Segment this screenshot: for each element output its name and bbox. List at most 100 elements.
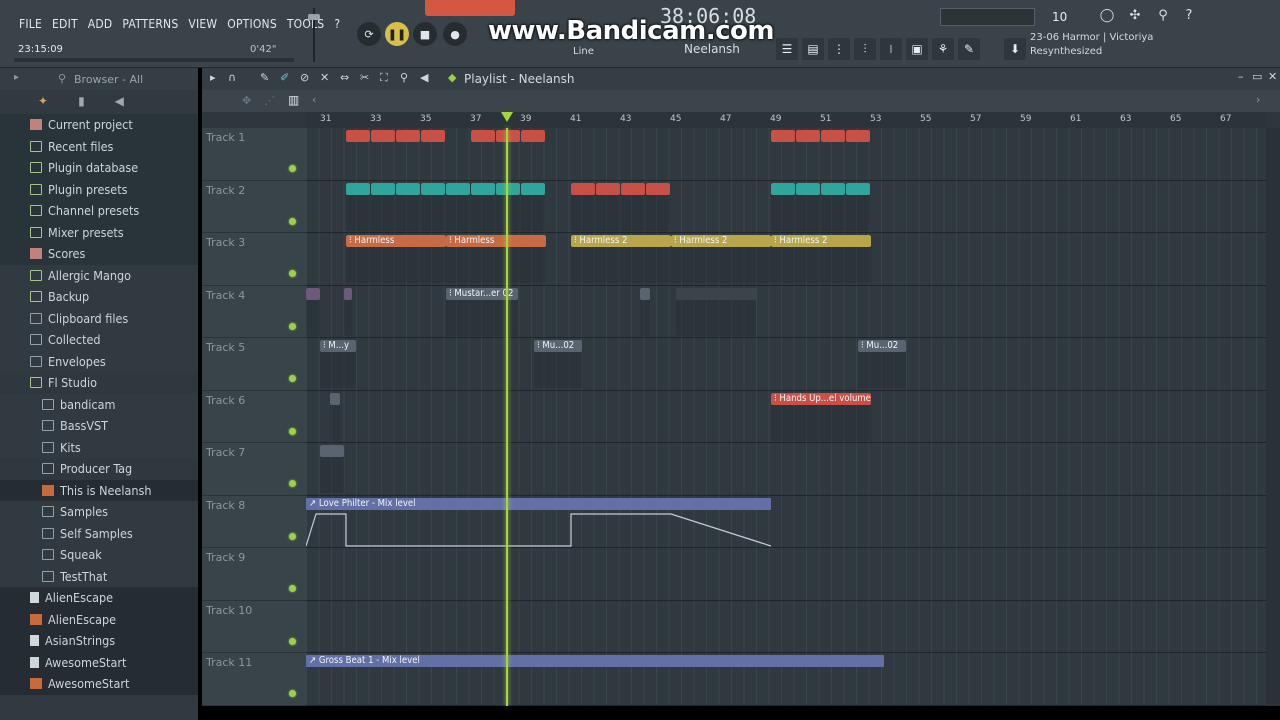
audio-clip[interactable] — [330, 392, 340, 441]
playback-tool-icon[interactable]: ◀ — [420, 71, 428, 84]
playlist-grid[interactable]: ⁝ Harmless ⁝ Harmless ⁝ Harmless 2 ⁝ Harmle… — [306, 128, 1266, 706]
pattern-clip-harmless-2[interactable]: ⁝ Harmless 2 — [571, 235, 671, 283]
pattern-clip-harmless-2[interactable]: ⁝ Harmless 2 — [771, 235, 871, 283]
browser-item[interactable]: Envelopes — [0, 351, 198, 373]
browser-item[interactable]: AsianStrings — [0, 630, 198, 652]
move-icon[interactable]: ✥ — [242, 94, 251, 107]
browser-item[interactable]: Backup — [0, 286, 198, 308]
delete-tool-icon[interactable]: ⊘ — [300, 71, 309, 84]
midi-icon[interactable]: ✣ — [1124, 6, 1146, 24]
pattern-clip-teal[interactable] — [346, 182, 370, 231]
pattern-clip-red[interactable] — [846, 130, 870, 143]
speaker-icon[interactable]: ◀ — [115, 94, 124, 108]
scroll-left-icon[interactable]: ‹ — [312, 93, 316, 106]
slip-tool-icon[interactable]: ⇔ — [340, 71, 349, 84]
audio-clip-my[interactable]: ⁝ M...y — [320, 340, 356, 388]
download-icon[interactable]: ⬇ — [1004, 38, 1026, 60]
browser-item[interactable]: Collected — [0, 329, 198, 351]
menu-view[interactable]: VIEW — [183, 14, 222, 36]
pattern-clip-teal[interactable] — [421, 182, 445, 231]
pattern-clip-red[interactable] — [496, 130, 520, 143]
close-icon[interactable]: ✕ — [1268, 70, 1277, 83]
draw-tool-icon[interactable]: ✎ — [260, 71, 269, 84]
pattern-clip-teal[interactable] — [371, 182, 395, 231]
pattern-clip-harmless[interactable]: ⁝ Harmless — [346, 235, 446, 283]
browser-item[interactable]: bandicam — [0, 394, 198, 416]
track-mute-led[interactable] — [289, 480, 296, 487]
menu-options[interactable]: OPTIONS — [222, 14, 282, 36]
scroll-right-icon[interactable]: › — [1256, 93, 1260, 106]
piano-roll-icon[interactable]: ▤ — [802, 38, 824, 60]
track-header[interactable]: Track 6 — [202, 391, 306, 443]
track-header[interactable]: Track 9 — [202, 548, 306, 601]
browser-item[interactable]: Self Samples — [0, 523, 198, 545]
browser-item[interactable]: Plugin presets — [0, 178, 198, 200]
browser-item[interactable]: Squeak — [0, 544, 198, 566]
track-mute-led[interactable] — [289, 690, 296, 697]
track-mute-led[interactable] — [289, 165, 296, 172]
stop-button[interactable]: ■ — [413, 22, 437, 46]
pattern-clip-teal[interactable] — [396, 182, 420, 231]
menu-edit[interactable]: EDIT — [47, 14, 83, 36]
pattern-clip-red[interactable] — [646, 182, 670, 231]
browser-item[interactable]: Kits — [0, 437, 198, 459]
plugin-icon[interactable]: ⚘ — [932, 38, 954, 60]
menu-patterns[interactable]: PATTERNS — [117, 14, 183, 36]
browser-item[interactable]: AlienEscape — [0, 587, 198, 609]
menu-help[interactable]: ? — [329, 14, 345, 36]
browser-item[interactable]: Channel presets — [0, 200, 198, 222]
pattern-clip-red[interactable] — [621, 182, 645, 231]
pattern-clip-red[interactable] — [371, 130, 395, 143]
pattern-clip-red[interactable] — [821, 130, 845, 143]
channel-rack-icon[interactable]: ⋮ — [828, 38, 850, 60]
track-header[interactable]: Track 3 — [202, 233, 306, 286]
minimize-icon[interactable]: – — [1238, 70, 1244, 83]
pattern-clip-red[interactable] — [521, 130, 545, 143]
track-mute-led[interactable] — [289, 322, 296, 330]
automation-clip-gross-beat[interactable]: ↗ Gross Beat 1 - Mix level — [306, 655, 884, 667]
playlist-icon[interactable]: ☰ — [776, 38, 798, 60]
track-mute-led[interactable] — [289, 532, 296, 540]
select-tool-icon[interactable]: ⛶ — [380, 71, 388, 85]
menu-file[interactable]: FILE — [14, 14, 47, 36]
browser-item[interactable]: Mixer presets — [0, 221, 198, 243]
audio-clip[interactable] — [676, 287, 756, 336]
snap-selector[interactable]: Line — [573, 46, 594, 57]
track-mute-led[interactable] — [289, 585, 296, 592]
pattern-clip-red[interactable] — [346, 130, 370, 143]
track-header[interactable]: Track 4 — [202, 286, 306, 338]
search-icon[interactable]: ⚲ — [58, 72, 66, 85]
browser-item[interactable]: Current project — [0, 114, 198, 136]
browser-icon[interactable]: ▣ — [906, 38, 928, 60]
audio-clip-mu02[interactable]: ⁝ Mu...02 — [534, 340, 582, 388]
track-header[interactable]: Track 5 — [202, 338, 306, 391]
browser-item[interactable]: AwesomeStart — [0, 651, 198, 673]
tools-icon[interactable]: ✎ — [958, 38, 980, 60]
audio-clip[interactable] — [640, 287, 650, 336]
page-icon[interactable]: ▮ — [78, 94, 85, 108]
automation-clip-hands-up[interactable]: ⁝ Hands Up...el volume — [771, 392, 871, 441]
track-header[interactable]: Track 8 — [202, 496, 306, 548]
arrow-icon[interactable]: ▸ — [14, 72, 19, 83]
menu-add[interactable]: ADD — [83, 14, 118, 36]
browser-item[interactable]: Allergic Mango — [0, 265, 198, 287]
pattern-picker-icon[interactable]: ▥ — [288, 93, 299, 107]
pause-button[interactable]: ❚❚ — [385, 22, 409, 46]
browser-item[interactable]: Recent files — [0, 135, 198, 157]
record-button[interactable]: ● — [443, 22, 467, 46]
loop-icon[interactable]: ⟳ — [357, 22, 381, 46]
maximize-icon[interactable]: ▭ — [1252, 70, 1262, 83]
audio-clip[interactable] — [306, 287, 320, 336]
browser-item[interactable]: Producer Tag — [0, 458, 198, 480]
snap-icon[interactable]: ✦ — [38, 94, 48, 108]
pattern-clip-red[interactable] — [471, 130, 495, 143]
track-mute-led[interactable] — [289, 427, 296, 435]
mic-icon[interactable]: ⚲ — [1152, 6, 1174, 24]
browser-item[interactable]: Fl Studio — [0, 372, 198, 394]
browser-item[interactable]: Scores — [0, 243, 198, 265]
pattern-clip-red[interactable] — [596, 182, 620, 231]
pattern-clip-red[interactable] — [796, 130, 820, 143]
browser-item[interactable]: BassVST — [0, 415, 198, 437]
track-mute-led[interactable] — [289, 217, 296, 225]
auto-icon[interactable]: ⋰ — [264, 94, 275, 107]
